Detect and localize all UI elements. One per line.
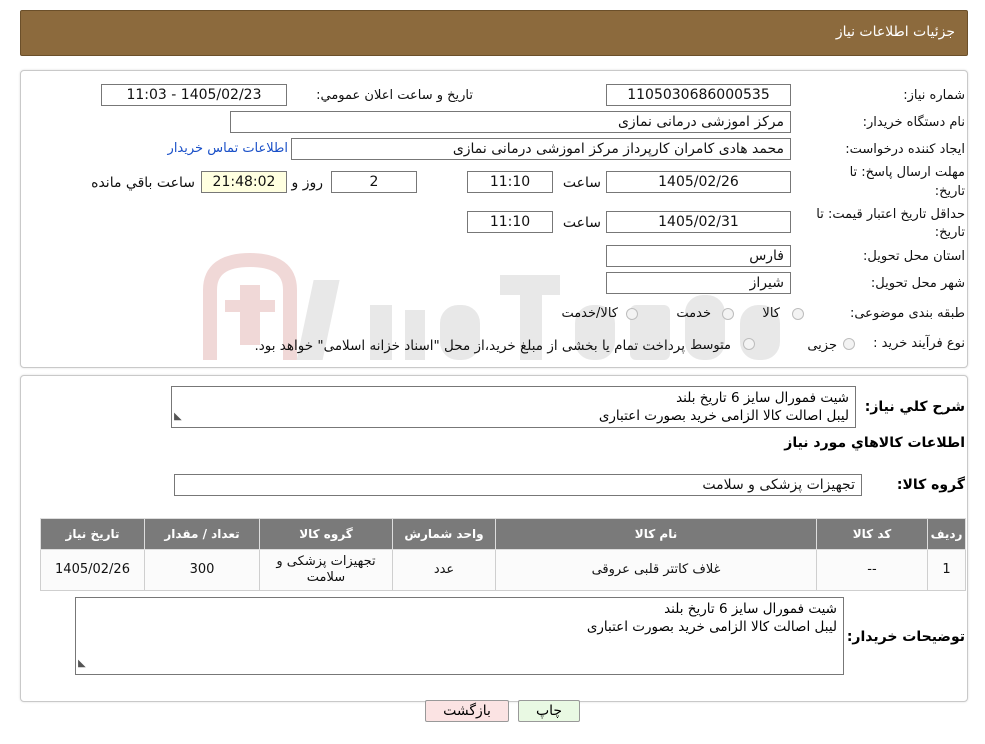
city-label: شهر محل تحویل: (870, 276, 965, 291)
category-radio-goods[interactable] (792, 308, 804, 320)
table-row: 1 -- غلاف کاتتر قلبی عروقی عدد تجهیزات پ… (40, 549, 966, 591)
resize-grip-icon[interactable]: ◢ (78, 655, 86, 673)
process-type-label: نوع فرآیند خرید : (873, 336, 965, 351)
category-option-goods-service: کالا/خدمت (561, 306, 618, 321)
col-qty: تعداد / مقدار (144, 518, 260, 550)
goods-group-field: تجهیزات پزشکی و سلامت (174, 474, 862, 496)
remaining-time-field: 21:48:02 (201, 171, 287, 193)
buyer-org-field: مرکز اموزشی درمانی نمازی (230, 111, 791, 133)
days-label: روز و (291, 175, 324, 191)
need-number-field: 1105030686000535 (606, 84, 791, 106)
deadline-time-label: ساعت (562, 175, 601, 191)
process-radio-minor[interactable] (843, 338, 855, 350)
cell-date: 1405/02/26 (40, 549, 145, 591)
process-note: پرداخت تمام یا بخشی از مبلغ خرید،از محل … (254, 338, 685, 354)
col-group: گروه کالا (259, 518, 393, 550)
requester-field: محمد هادی کامران کارپرداز مرکز اموزشی در… (291, 138, 791, 160)
requester-label: ایجاد کننده درخواست: (845, 142, 965, 157)
category-option-goods: کالا (762, 306, 780, 321)
province-label: استان محل تحویل: (863, 249, 965, 264)
back-button[interactable]: بازگشت (425, 700, 509, 722)
remaining-time-label: ساعت باقي مانده (91, 175, 195, 191)
buyer-notes-line-2: لیبل اصالت کالا الزامی خرید بصورت اعتبار… (586, 619, 837, 635)
cell-name: غلاف کاتتر قلبی عروقی (495, 549, 817, 591)
buyer-org-label: نام دستگاه خریدار: (862, 115, 965, 130)
validity-time-field: 11:10 (467, 211, 553, 233)
col-unit: واحد شمارش (392, 518, 496, 550)
col-code: کد کالا (816, 518, 928, 550)
deadline-label: مهلت ارسال پاسخ: تا (849, 165, 965, 180)
process-radio-medium[interactable] (743, 338, 755, 350)
province-field: فارس (606, 245, 791, 267)
cell-group: تجهیزات پزشکی و سلامت (259, 549, 393, 591)
description-textarea[interactable]: شیت فمورال سایز 6 تاریخ بلند لیبل اصالت … (171, 386, 856, 428)
goods-section-title: اطلاعات کالاهاي مورد نياز (784, 435, 965, 451)
buyer-notes-textarea[interactable]: شیت فمورال سایز 6 تاریخ بلند لیبل اصالت … (75, 597, 844, 675)
deadline-label-date: تاریخ: (934, 184, 965, 199)
validity-date-field: 1405/02/31 (606, 211, 791, 233)
col-date: تاريخ نياز (40, 518, 145, 550)
validity-label-date: تاریخ: (934, 225, 965, 240)
resize-grip-icon[interactable]: ◢ (174, 408, 182, 426)
deadline-time-field: 11:10 (467, 171, 553, 193)
category-option-service: خدمت (676, 306, 711, 321)
deadline-date-field: 1405/02/26 (606, 171, 791, 193)
col-name: نام کالا (495, 518, 817, 550)
cell-row: 1 (927, 549, 966, 591)
buyer-notes-line-1: شیت فمورال سایز 6 تاریخ بلند (664, 601, 837, 617)
need-number-label: شماره نیاز: (903, 88, 965, 103)
goods-table: رديف کد کالا نام کالا واحد شمارش گروه کا… (40, 518, 966, 591)
cell-code: -- (816, 549, 928, 591)
process-option-minor: جزیی (807, 338, 837, 353)
description-line-1: شیت فمورال سایز 6 تاریخ بلند (676, 390, 849, 406)
description-label: شرح کلي نياز: (864, 399, 965, 415)
description-line-2: لیبل اصالت کالا الزامی خرید بصورت اعتبار… (598, 408, 849, 424)
page-title: جزئیات اطلاعات نیاز (835, 24, 955, 40)
goods-group-label: گروه کالا: (896, 477, 965, 493)
category-label: طبقه بندی موضوعی: (849, 306, 965, 321)
page-header: جزئیات اطلاعات نیاز (20, 10, 968, 56)
print-button[interactable]: چاپ (518, 700, 580, 722)
category-radio-goods-service[interactable] (626, 308, 638, 320)
announce-date-label: تاريخ و ساعت اعلان عمومي: (316, 88, 473, 103)
category-radio-service[interactable] (722, 308, 734, 320)
cell-qty: 300 (144, 549, 260, 591)
goods-table-header: رديف کد کالا نام کالا واحد شمارش گروه کا… (40, 518, 966, 550)
announce-date-field: 1405/02/23 - 11:03 (101, 84, 287, 106)
col-row: رديف (927, 518, 966, 550)
validity-label: حداقل تاریخ اعتبار قیمت: تا (816, 207, 965, 222)
validity-time-label: ساعت (562, 215, 601, 231)
days-remaining-field: 2 (331, 171, 417, 193)
city-field: شیراز (606, 272, 791, 294)
cell-unit: عدد (392, 549, 496, 591)
buyer-notes-label: توضیحات خریدار: (846, 629, 965, 645)
process-option-medium: متوسط (690, 338, 731, 353)
buyer-contact-link[interactable]: اطلاعات تماس خریدار (168, 141, 288, 156)
